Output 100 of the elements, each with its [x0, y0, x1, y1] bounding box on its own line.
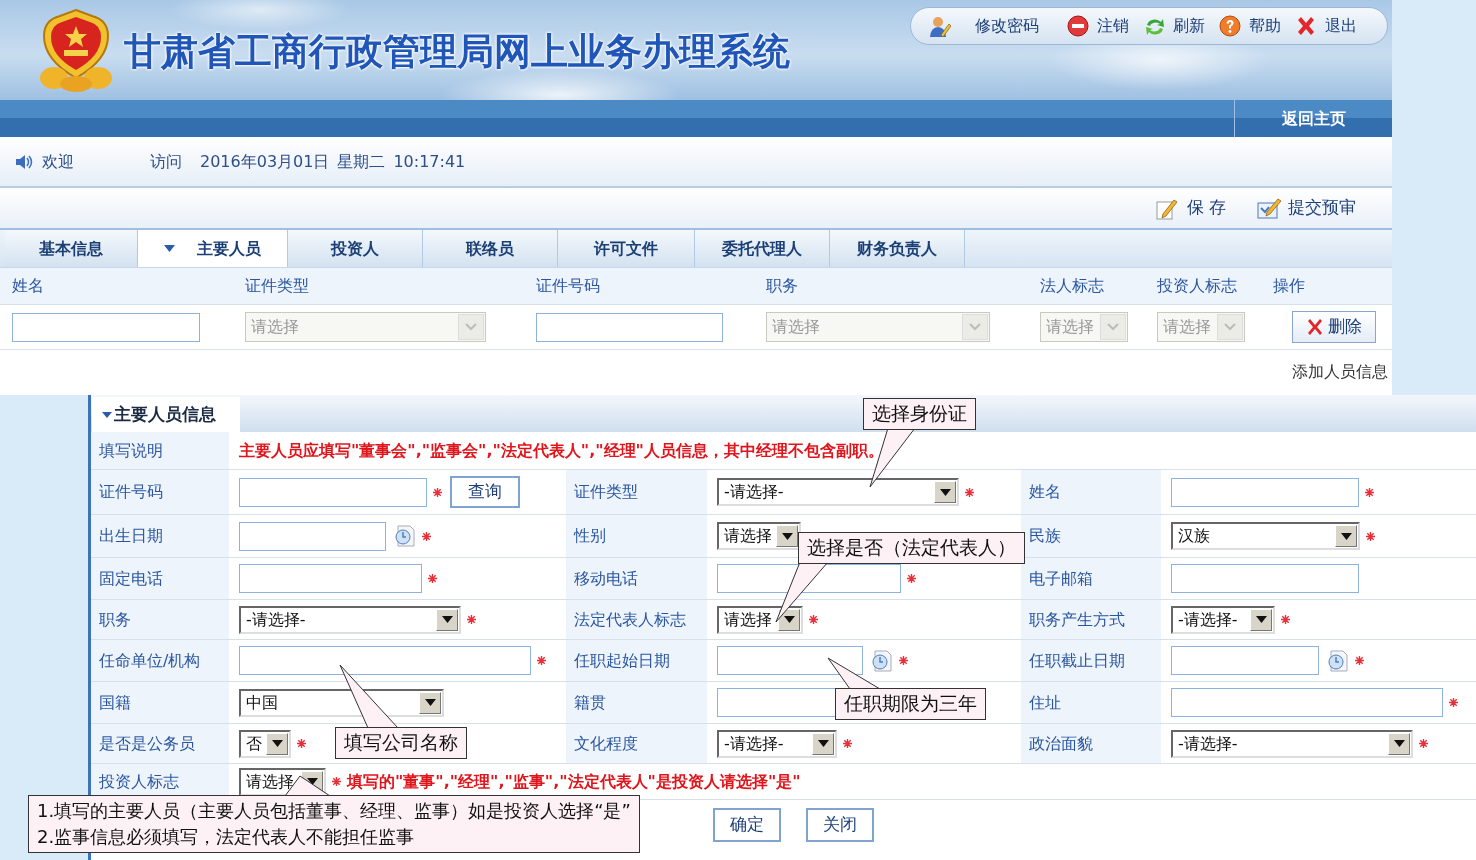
field-label: 职务产生方式	[1029, 608, 1125, 631]
caret-icon	[939, 488, 951, 496]
toolbar-link[interactable]: 修改密码	[925, 14, 1041, 38]
help-icon	[1219, 14, 1243, 38]
query-button[interactable]: 查询	[450, 476, 520, 508]
tab[interactable]: 许可文件	[558, 230, 695, 267]
home-link[interactable]: 返回主页	[1281, 106, 1346, 131]
caret-icon	[102, 411, 112, 418]
date-text: 2016年03月01日	[200, 150, 330, 173]
caret-icon	[1224, 323, 1236, 331]
confirm-button[interactable]: 确定	[713, 808, 781, 842]
tab[interactable]: 财务负责人	[830, 230, 965, 267]
field-label: 任命单位/机构	[99, 649, 201, 672]
text-field[interactable]	[1171, 688, 1443, 717]
column-header: 投资人标志	[1157, 275, 1238, 297]
close-icon	[1306, 318, 1324, 336]
select-field[interactable]: 请选择	[717, 522, 801, 550]
tab[interactable]: 投资人	[288, 230, 423, 267]
submit-button[interactable]: 提交预审	[1256, 195, 1356, 221]
caret-icon	[164, 245, 175, 252]
caret-icon	[424, 699, 436, 706]
column-header: 姓名	[12, 275, 45, 297]
caret-icon	[1393, 740, 1405, 747]
toolbar-link[interactable]: 刷新	[1141, 14, 1207, 38]
caret-icon	[465, 323, 477, 331]
field-label: 证件号码	[99, 481, 163, 503]
select-field[interactable]: 否	[239, 729, 291, 758]
field-label: 是否是公务员	[99, 732, 195, 755]
delete-button[interactable]: 删除	[1292, 311, 1376, 343]
user-icon	[927, 14, 951, 38]
panel-tab[interactable]: 主要人员信息	[92, 397, 240, 432]
caret-icon	[817, 740, 829, 747]
field-label: 出生日期	[99, 525, 163, 547]
field-label: 填写说明	[99, 439, 163, 462]
instruction-text: 主要人员应填写"董事会","监事会","法定代表人","经理"人员信息，其中经理不包含副职。	[239, 439, 884, 462]
clock-icon[interactable]	[869, 648, 893, 673]
column-header: 法人标志	[1040, 275, 1105, 297]
select-field[interactable]: 汉族	[1171, 522, 1360, 550]
field-label: 证件类型	[574, 481, 638, 503]
field-label: 文化程度	[574, 732, 638, 755]
text-field[interactable]	[239, 477, 427, 507]
select-field[interactable]: -请选择-	[1171, 729, 1413, 758]
close-button[interactable]: 关闭	[806, 808, 874, 842]
column-header: 证件号码	[536, 275, 601, 297]
date-field[interactable]	[1171, 646, 1319, 675]
welcome-text: 欢迎	[42, 150, 74, 173]
callout-text: 1.填写的主要人员（主要人员包括董事、经理、监事）如是投资人选择“是”	[37, 799, 631, 823]
date-field[interactable]	[717, 646, 863, 675]
select-field[interactable]: 请选择	[717, 605, 803, 634]
tab[interactable]: 主要人员	[138, 230, 288, 267]
tab[interactable]: 委托代理人	[695, 230, 830, 267]
tab[interactable]: 基本信息	[5, 230, 138, 267]
caret-icon	[1107, 323, 1119, 331]
field-label: 姓名	[1029, 481, 1061, 503]
time-text: 10:17:41	[393, 150, 466, 173]
welcome-text: 访问	[150, 150, 182, 173]
select-field[interactable]: -请选择-	[717, 729, 837, 758]
select-field[interactable]: -请选择-	[239, 605, 461, 634]
field-label: 任职截止日期	[1029, 649, 1125, 672]
caret-icon	[781, 532, 793, 540]
field-label: 国籍	[99, 691, 131, 714]
speaker-icon	[14, 152, 34, 171]
minus-icon	[1067, 14, 1091, 38]
pencil-icon	[1256, 196, 1282, 220]
caret-icon	[441, 616, 453, 623]
instruction-text: 填写的"董事","经理","监事","法定代表人"是投资人请选择"是"	[347, 770, 801, 793]
tab[interactable]: 联络员	[423, 230, 558, 267]
field-label: 性别	[574, 525, 606, 547]
caret-icon	[306, 778, 318, 785]
select-field[interactable]: -请选择-	[717, 478, 959, 506]
field-label: 职务	[99, 608, 131, 631]
text-field[interactable]	[239, 646, 531, 675]
caret-icon	[783, 616, 795, 623]
select-field[interactable]: 中国	[239, 688, 444, 717]
callout-text: 2.监事信息必须填写，法定代表人不能担任监事	[37, 825, 416, 850]
toolbar-link[interactable]: 退出	[1293, 14, 1359, 38]
callout-text: 任职期限为三年	[844, 691, 977, 716]
text-field[interactable]	[1171, 477, 1359, 507]
select-field[interactable]: -请选择-	[1171, 605, 1275, 634]
weekday-text: 星期二	[337, 150, 386, 173]
field-label: 投资人标志	[99, 770, 179, 793]
add-person-link[interactable]: 添加人员信息	[1292, 360, 1388, 384]
field-label: 移动电话	[574, 567, 638, 590]
save-button[interactable]: 保 存	[1154, 195, 1226, 221]
text-field[interactable]	[1171, 564, 1359, 593]
field-label: 政治面貌	[1029, 732, 1093, 755]
clock-icon[interactable]	[1325, 648, 1349, 673]
text-field[interactable]	[239, 564, 422, 593]
column-header: 操作	[1273, 275, 1306, 297]
field-label: 住址	[1029, 691, 1061, 714]
date-field[interactable]	[239, 521, 386, 551]
callout-text: 填写公司名称	[344, 730, 458, 755]
field-label: 法定代表人标志	[574, 608, 686, 631]
toolbar-link[interactable]: 帮助	[1217, 14, 1283, 38]
toolbar-link[interactable]: 注销	[1065, 14, 1131, 38]
field-label: 民族	[1029, 525, 1061, 547]
clock-icon[interactable]	[392, 524, 416, 548]
text-field[interactable]	[536, 312, 723, 342]
text-field[interactable]	[12, 312, 200, 342]
callout-text: 选择是否（法定代表人）	[807, 535, 1016, 560]
